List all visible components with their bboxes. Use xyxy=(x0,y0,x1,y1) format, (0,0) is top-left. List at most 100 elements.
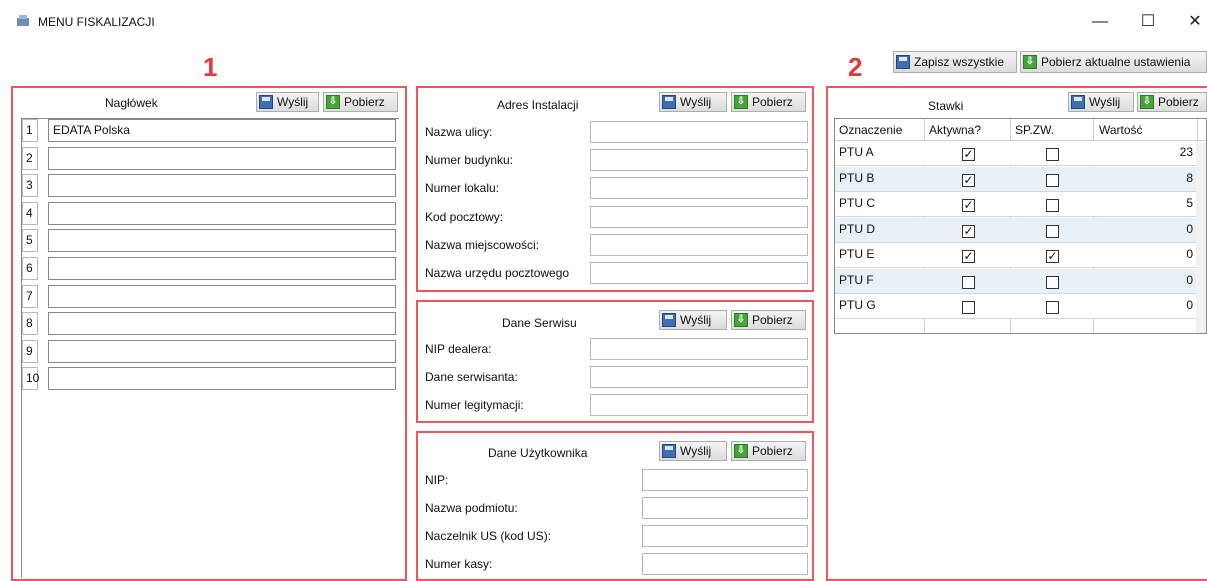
exempt-checkbox[interactable] xyxy=(1046,275,1059,289)
rates-send-button[interactable]: Wyślij xyxy=(1068,92,1134,112)
header-line-input[interactable] xyxy=(48,257,396,280)
save-all-button[interactable]: Zapisz wszystkie xyxy=(893,51,1017,73)
field-input[interactable] xyxy=(642,525,808,547)
exempt-checkbox[interactable] xyxy=(1046,148,1059,161)
header-line-input[interactable] xyxy=(48,312,396,336)
rate-value[interactable]: 5 xyxy=(1186,196,1193,210)
exempt-checkbox[interactable]: ✓ xyxy=(1046,250,1059,263)
install-address-title: Adres Instalacji xyxy=(497,98,579,112)
header-line-input[interactable] xyxy=(48,201,396,225)
line-number: 5 xyxy=(22,229,38,253)
exempt-checkbox[interactable] xyxy=(1046,199,1059,212)
field-input[interactable] xyxy=(642,469,808,491)
download-icon: ⇩ xyxy=(734,444,748,458)
column-header[interactable]: Aktywna? xyxy=(929,123,981,137)
send-label: Wyślij xyxy=(1089,95,1121,109)
header-send-button[interactable]: Wyślij xyxy=(256,92,319,112)
field-input[interactable] xyxy=(590,233,808,256)
header-line-input[interactable] xyxy=(48,284,396,308)
send-label: Wyślij xyxy=(680,444,712,458)
rate-name: PTU D xyxy=(839,221,875,236)
header-line-input[interactable]: EDATA Polska xyxy=(48,119,396,142)
field-label: NIP: xyxy=(425,473,449,487)
line-number: 6 xyxy=(22,257,38,280)
fetch-current-settings-button[interactable]: ⇩ Pobierz aktualne ustawienia xyxy=(1020,51,1207,73)
table-row[interactable]: PTU B ✓ 8 xyxy=(835,166,1197,192)
fetch-label: Pobierz xyxy=(752,313,793,327)
service-fetch-button[interactable]: ⇩ Pobierz xyxy=(731,310,806,330)
field-input[interactable] xyxy=(590,121,808,143)
field-label: Numer budynku: xyxy=(425,153,514,168)
column-header[interactable]: Wartość xyxy=(1099,123,1143,137)
field-label: Numer lokalu: xyxy=(425,181,500,196)
table-row[interactable]: PTU D ✓ 0 xyxy=(835,217,1197,243)
field-label: Numer kasy: xyxy=(425,557,493,571)
rates-fetch-button[interactable]: ⇩ Pobierz xyxy=(1137,92,1207,112)
user-fetch-button[interactable]: ⇩ Pobierz xyxy=(731,441,806,461)
minimize-button[interactable]: — xyxy=(1085,10,1115,34)
maximize-button[interactable]: ☐ xyxy=(1133,10,1163,34)
field-input[interactable] xyxy=(590,262,808,284)
service-send-button[interactable]: Wyślij xyxy=(659,310,727,330)
field-input[interactable] xyxy=(590,338,808,360)
header-line-input[interactable] xyxy=(48,229,396,253)
exempt-checkbox[interactable] xyxy=(1046,173,1059,187)
field-input[interactable] xyxy=(590,394,808,416)
rate-value[interactable]: 8 xyxy=(1186,171,1193,185)
floppy-icon xyxy=(662,444,676,458)
floppy-icon xyxy=(896,55,910,69)
field-label: Naczelnik US (kod US): xyxy=(425,529,552,543)
active-checkbox[interactable] xyxy=(962,301,975,314)
line-number: 1 xyxy=(22,119,38,142)
field-input[interactable] xyxy=(590,205,808,228)
user-send-button[interactable]: Wyślij xyxy=(659,441,727,461)
field-input[interactable] xyxy=(642,553,808,575)
active-checkbox[interactable]: ✓ xyxy=(962,224,975,238)
rate-value[interactable]: 0 xyxy=(1186,247,1193,261)
header-fetch-button[interactable]: ⇩ Pobierz xyxy=(323,92,398,112)
rate-value[interactable]: 0 xyxy=(1186,222,1193,236)
save-all-label: Zapisz wszystkie xyxy=(914,55,1005,69)
table-row[interactable]: PTU E ✓ ✓ 0 xyxy=(835,243,1197,268)
header-line-input[interactable] xyxy=(48,339,396,363)
rate-value[interactable]: 0 xyxy=(1186,273,1193,287)
header-line-input[interactable] xyxy=(48,174,396,198)
line-number: 3 xyxy=(22,174,38,198)
header-line-input[interactable] xyxy=(48,146,396,170)
header-line-input[interactable] xyxy=(48,367,396,391)
active-checkbox[interactable] xyxy=(962,275,975,289)
field-label: Nazwa urzędu pocztowego xyxy=(425,266,570,280)
table-row[interactable]: PTU G 0 xyxy=(835,294,1197,319)
fetch-label: Pobierz xyxy=(1158,95,1199,109)
active-checkbox[interactable]: ✓ xyxy=(962,173,975,187)
fetch-label: Pobierz xyxy=(752,95,793,109)
rates-header-row: Oznaczenie Aktywna? SP.ZW. Wartość xyxy=(835,119,1206,141)
rate-value[interactable]: 0 xyxy=(1186,298,1193,312)
table-row[interactable]: PTU C ✓ 5 xyxy=(835,192,1197,217)
exempt-checkbox[interactable] xyxy=(1046,224,1059,238)
rate-value[interactable]: 23 xyxy=(1180,145,1193,159)
field-input[interactable] xyxy=(590,366,808,388)
field-input[interactable] xyxy=(642,497,808,519)
column-header[interactable]: Oznaczenie xyxy=(839,123,902,137)
fetch-label: Pobierz xyxy=(752,444,793,458)
active-checkbox[interactable]: ✓ xyxy=(962,199,975,212)
download-icon: ⇩ xyxy=(1140,95,1154,109)
active-checkbox[interactable]: ✓ xyxy=(962,250,975,263)
table-row[interactable]: PTU A ✓ 23 xyxy=(835,141,1197,166)
table-row[interactable]: PTU F 0 xyxy=(835,268,1197,294)
header-panel-title: Nagłówek xyxy=(105,96,158,110)
rate-name: PTU E xyxy=(839,247,875,261)
floppy-icon xyxy=(662,95,676,109)
field-label: Nazwa miejscowości: xyxy=(425,237,540,252)
exempt-checkbox[interactable] xyxy=(1046,301,1059,314)
field-input[interactable] xyxy=(590,177,808,200)
rates-scrollbar[interactable] xyxy=(1196,143,1206,333)
rate-name: PTU B xyxy=(839,170,875,185)
active-checkbox[interactable]: ✓ xyxy=(962,148,975,161)
install-fetch-button[interactable]: ⇩ Pobierz xyxy=(731,92,806,112)
install-send-button[interactable]: Wyślij xyxy=(659,92,727,112)
column-header[interactable]: SP.ZW. xyxy=(1015,123,1054,137)
field-input[interactable] xyxy=(590,149,808,172)
close-button[interactable]: ✕ xyxy=(1180,10,1207,34)
